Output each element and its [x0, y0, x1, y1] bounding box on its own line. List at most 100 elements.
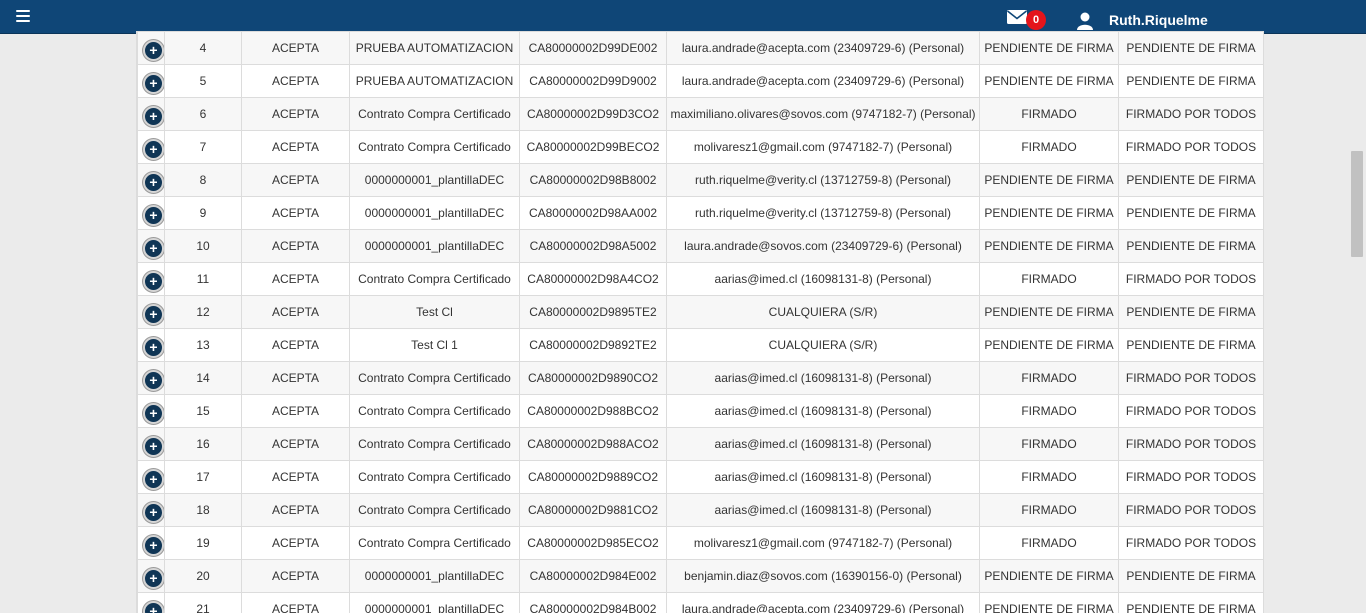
table-row[interactable]: +6 ACEPTA Contrato Compra Certificado CA800… — [137, 97, 1263, 131]
signer-cell: laura.andrade@acepta.com (23409729-6) (P… — [666, 592, 980, 613]
expand-row-icon[interactable]: + — [143, 237, 164, 259]
expand-row-icon[interactable]: + — [143, 138, 164, 160]
page-scrollbar-thumb[interactable] — [1351, 151, 1363, 257]
signer-status-cell: FIRMADO — [979, 97, 1119, 131]
expand-cell: + — [137, 262, 165, 296]
document-code-cell: CA80000002D99DE002 — [519, 31, 667, 65]
documents-table-container: +4 ACEPTA PRUEBA AUTOMATIZACION CA80000002D… — [136, 31, 1264, 613]
company-cell: ACEPTA — [241, 262, 350, 296]
signer-cell: ruth.riquelme@verity.cl (13712759-8) (Pe… — [666, 196, 980, 230]
expand-cell: + — [137, 163, 165, 197]
template-cell: Contrato Compra Certificado — [349, 361, 520, 395]
table-row[interactable]: +17 ACEPTA Contrato Compra Certificado CA80… — [137, 460, 1263, 494]
table-row[interactable]: +20 ACEPTA 0000000001_plantillaDEC CA800000… — [137, 559, 1263, 593]
company-cell: ACEPTA — [241, 31, 350, 65]
table-row[interactable]: +16 ACEPTA Contrato Compra Certificado CA80… — [137, 427, 1263, 461]
expand-row-icon[interactable]: + — [143, 468, 164, 490]
expand-row-icon[interactable]: + — [143, 501, 164, 523]
company-cell: ACEPTA — [241, 592, 350, 613]
row-number: 5 — [164, 64, 242, 98]
signer-cell: maximiliano.olivares@sovos.com (9747182-… — [666, 97, 980, 131]
expand-cell: + — [137, 64, 165, 98]
expand-row-icon[interactable]: + — [143, 369, 164, 391]
mail-icon[interactable] — [1006, 9, 1028, 25]
company-cell: ACEPTA — [241, 394, 350, 428]
signer-cell: aarias@imed.cl (16098131-8) (Personal) — [666, 394, 980, 428]
signer-cell: CUALQUIERA (S/R) — [666, 328, 980, 362]
signer-status-cell: PENDIENTE DE FIRMA — [979, 559, 1119, 593]
expand-cell: + — [137, 130, 165, 164]
user-icon[interactable] — [1077, 12, 1093, 30]
mail-count-badge[interactable]: 0 — [1026, 10, 1046, 30]
signer-status-cell: PENDIENTE DE FIRMA — [979, 163, 1119, 197]
expand-row-icon[interactable]: + — [143, 105, 164, 127]
table-row[interactable]: +10 ACEPTA 0000000001_plantillaDEC CA800000… — [137, 229, 1263, 263]
expand-row-icon[interactable]: + — [143, 402, 164, 424]
document-status-cell: FIRMADO POR TODOS — [1118, 361, 1263, 395]
document-status-cell: FIRMADO POR TODOS — [1118, 460, 1263, 494]
table-row[interactable]: +19 ACEPTA Contrato Compra Certificado CA80… — [137, 526, 1263, 560]
document-code-cell: CA80000002D9889CO2 — [519, 460, 667, 494]
document-code-cell: CA80000002D9892TE2 — [519, 328, 667, 362]
row-number: 18 — [164, 493, 242, 527]
document-code-cell: CA80000002D99D3CO2 — [519, 97, 667, 131]
expand-row-icon[interactable]: + — [143, 600, 164, 613]
table-row[interactable]: +15 ACEPTA Contrato Compra Certificado CA80… — [137, 394, 1263, 428]
row-number: 11 — [164, 262, 242, 296]
top-navbar: 0 Ruth.Riquelme — [0, 0, 1366, 34]
company-cell: ACEPTA — [241, 229, 350, 263]
table-row[interactable]: +12 ACEPTA Test Cl CA80000002D9895TE2 CUALQU… — [137, 295, 1263, 329]
expand-row-icon[interactable]: + — [143, 303, 164, 325]
signer-cell: laura.andrade@acepta.com (23409729-6) (P… — [666, 64, 980, 98]
table-row[interactable]: +14 ACEPTA Contrato Compra Certificado CA80… — [137, 361, 1263, 395]
table-row[interactable]: +11 ACEPTA Contrato Compra Certificado CA80… — [137, 262, 1263, 296]
template-cell: Contrato Compra Certificado — [349, 262, 520, 296]
table-row[interactable]: +8 ACEPTA 0000000001_plantillaDEC CA8000000… — [137, 163, 1263, 197]
expand-row-icon[interactable]: + — [143, 534, 164, 556]
row-number: 15 — [164, 394, 242, 428]
table-row[interactable]: +5 ACEPTA PRUEBA AUTOMATIZACION CA80000002D… — [137, 64, 1263, 98]
table-row[interactable]: +9 ACEPTA 0000000001_plantillaDEC CA8000000… — [137, 196, 1263, 230]
document-status-cell: PENDIENTE DE FIRMA — [1118, 559, 1263, 593]
row-number: 9 — [164, 196, 242, 230]
row-number: 21 — [164, 592, 242, 613]
expand-row-icon[interactable]: + — [143, 39, 164, 61]
company-cell: ACEPTA — [241, 493, 350, 527]
expand-row-icon[interactable]: + — [143, 270, 164, 292]
company-cell: ACEPTA — [241, 526, 350, 560]
template-cell: Contrato Compra Certificado — [349, 460, 520, 494]
table-row[interactable]: +4 ACEPTA PRUEBA AUTOMATIZACION CA80000002D… — [137, 31, 1263, 65]
template-cell: Contrato Compra Certificado — [349, 130, 520, 164]
table-row[interactable]: +18 ACEPTA Contrato Compra Certificado CA80… — [137, 493, 1263, 527]
expand-row-icon[interactable]: + — [143, 336, 164, 358]
document-code-cell: CA80000002D9881CO2 — [519, 493, 667, 527]
expand-row-icon[interactable]: + — [143, 435, 164, 457]
page-scrollbar[interactable] — [1350, 34, 1366, 613]
menu-icon[interactable] — [16, 10, 30, 22]
row-number: 20 — [164, 559, 242, 593]
username-label[interactable]: Ruth.Riquelme — [1109, 12, 1208, 28]
template-cell: 0000000001_plantillaDEC — [349, 163, 520, 197]
template-cell: 0000000001_plantillaDEC — [349, 229, 520, 263]
template-cell: 0000000001_plantillaDEC — [349, 196, 520, 230]
signer-status-cell: PENDIENTE DE FIRMA — [979, 64, 1119, 98]
row-number: 13 — [164, 328, 242, 362]
row-number: 12 — [164, 295, 242, 329]
document-code-cell: CA80000002D984E002 — [519, 559, 667, 593]
signer-status-cell: FIRMADO — [979, 427, 1119, 461]
table-row[interactable]: +7 ACEPTA Contrato Compra Certificado CA800… — [137, 130, 1263, 164]
signer-status-cell: FIRMADO — [979, 460, 1119, 494]
expand-cell: + — [137, 493, 165, 527]
table-row[interactable]: +21 ACEPTA 0000000001_plantillaDEC CA800000… — [137, 592, 1263, 613]
template-cell: PRUEBA AUTOMATIZACION — [349, 64, 520, 98]
template-cell: Contrato Compra Certificado — [349, 97, 520, 131]
expand-row-icon[interactable]: + — [143, 204, 164, 226]
document-code-cell: CA80000002D988ACO2 — [519, 427, 667, 461]
expand-row-icon[interactable]: + — [143, 72, 164, 94]
row-number: 6 — [164, 97, 242, 131]
expand-row-icon[interactable]: + — [143, 567, 164, 589]
signer-cell: benjamin.diaz@sovos.com (16390156-0) (Pe… — [666, 559, 980, 593]
expand-row-icon[interactable]: + — [143, 171, 164, 193]
table-row[interactable]: +13 ACEPTA Test Cl 1 CA80000002D9892TE2 CUAL… — [137, 328, 1263, 362]
row-number: 10 — [164, 229, 242, 263]
